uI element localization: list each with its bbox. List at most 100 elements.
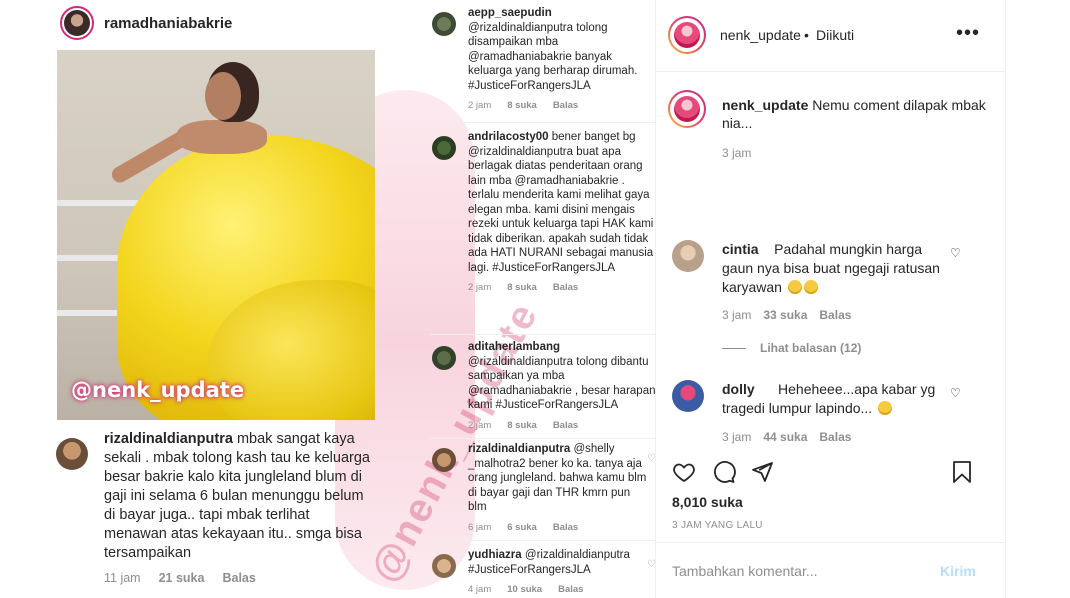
bookmark-icon[interactable] bbox=[948, 458, 976, 486]
comment-like-heart-icon[interactable]: ♡ bbox=[950, 246, 961, 260]
avatar bbox=[432, 554, 456, 578]
comment-username: yudhiazra bbox=[468, 549, 522, 561]
comment-time[interactable]: 3 jam bbox=[722, 430, 751, 444]
divider bbox=[430, 438, 655, 439]
comment-input[interactable] bbox=[672, 559, 922, 583]
comment-reply-button[interactable]: Balas bbox=[819, 430, 851, 444]
comment-username[interactable]: cintia bbox=[722, 241, 759, 257]
comment-time: 6 jam bbox=[468, 521, 492, 533]
replies-line bbox=[722, 347, 746, 349]
comment-reply-button[interactable]: Balas bbox=[819, 308, 851, 322]
post-image[interactable]: @nenk_update ramadhaniabakrie @nenk_upda… bbox=[0, 0, 656, 598]
heart-icon: ♡ bbox=[647, 453, 656, 464]
avatar[interactable] bbox=[672, 380, 704, 412]
smile-emoji-icon bbox=[878, 401, 893, 415]
caption-time[interactable]: 3 jam bbox=[722, 146, 751, 160]
comment-meta: 3 jam 44 suka Balas bbox=[722, 430, 851, 444]
header-username[interactable]: nenk_update bbox=[720, 27, 801, 43]
left-screenshot-card: ramadhaniabakrie @nenk_update rizaldinal… bbox=[0, 0, 380, 598]
avatar bbox=[432, 136, 456, 160]
comment-likes: 6 suka bbox=[507, 521, 537, 533]
comment-username: rizaldinaldianputra bbox=[104, 431, 233, 447]
list-item: yudhiazra @rizaldinaldianputra #JusticeF… bbox=[430, 548, 656, 598]
comment-likes: 8 suka bbox=[507, 282, 537, 293]
follow-status-button[interactable]: Diikuti bbox=[816, 27, 854, 43]
comment-meta: 6 jam 6 suka Balas bbox=[468, 521, 655, 536]
comment-text: mbak sangat kaya sekali . mbak tolong ka… bbox=[104, 431, 370, 561]
view-replies-label: Lihat balasan (12) bbox=[760, 341, 862, 355]
caption-username[interactable]: nenk_update bbox=[722, 97, 808, 113]
divider bbox=[430, 334, 655, 335]
comment-body: cintia Padahal mungkin harga gaun nya bi… bbox=[722, 240, 952, 297]
instagram-post-view: @nenk_update ramadhaniabakrie @nenk_upda… bbox=[0, 0, 1070, 598]
avatar bbox=[56, 438, 88, 470]
comment-meta: 2 jam 8 suka Balas bbox=[468, 99, 655, 114]
like-count[interactable]: 8,010 suka bbox=[672, 494, 743, 510]
divider bbox=[430, 540, 655, 541]
comment-reply: Balas bbox=[552, 100, 579, 111]
comment-item: cintia Padahal mungkin harga gaun nya bi… bbox=[668, 240, 998, 330]
shoulders-shape bbox=[177, 120, 267, 154]
divider bbox=[1005, 0, 1006, 598]
heart-icon: ♡ bbox=[647, 559, 656, 570]
comment-likes: 8 suka bbox=[507, 100, 537, 111]
caption-text: nenk_update Nemu coment dilapak mbak nia… bbox=[722, 96, 992, 132]
avatar[interactable] bbox=[668, 90, 706, 128]
comment-time: 2 jam bbox=[468, 282, 492, 293]
comment-reply: Balas bbox=[222, 571, 256, 585]
post-timestamp[interactable]: 3 JAM YANG LALU bbox=[672, 520, 763, 531]
comment-time[interactable]: 3 jam bbox=[722, 308, 751, 322]
comment-icon[interactable] bbox=[710, 458, 738, 486]
comment-username: aditaherlambang bbox=[468, 341, 561, 353]
share-icon[interactable] bbox=[748, 458, 776, 486]
comment-time: 11 jam bbox=[104, 571, 141, 585]
comment-reply: Balas bbox=[552, 521, 579, 533]
comment-composer: Kirim bbox=[656, 542, 1005, 598]
avatar[interactable] bbox=[668, 16, 706, 54]
avatar[interactable] bbox=[672, 240, 704, 272]
photo-tag: @nenk_update bbox=[71, 378, 245, 402]
comment-likes: 8 suka bbox=[507, 419, 537, 431]
comment-time: 2 jam bbox=[468, 100, 492, 111]
heart-icon[interactable] bbox=[670, 458, 698, 486]
comment-username: andrilacosty00 bbox=[468, 131, 549, 143]
card-username: ramadhaniabakrie bbox=[104, 14, 233, 32]
comment-item: dolly Heheheee...apa kabar yg tragedi lu… bbox=[668, 380, 998, 450]
comment-reply: Balas bbox=[558, 584, 584, 595]
send-comment-button[interactable]: Kirim bbox=[940, 563, 976, 579]
comment-text: @rizaldinaldianputra tolong dibantu samp… bbox=[468, 355, 656, 412]
comment-text: bener banget bg @rizaldinaldianputra bua… bbox=[468, 131, 654, 274]
comment-meta: 3 jam 33 suka Balas bbox=[722, 308, 851, 322]
comment-text: @rizaldinaldianputra tolong disampaikan … bbox=[468, 21, 638, 92]
comment-meta: 2 jam 8 suka Balas bbox=[468, 419, 655, 434]
comment-reply: Balas bbox=[552, 419, 579, 431]
comment-username[interactable]: dolly bbox=[722, 381, 755, 397]
comment-meta: 2 jam 8 suka Balas bbox=[468, 281, 655, 296]
right-screenshot-card: aepp_saepudin @rizaldinaldianputra tolong… bbox=[430, 0, 656, 598]
more-options-icon[interactable]: ••• bbox=[956, 22, 980, 45]
comment-likes[interactable]: 44 suka bbox=[763, 430, 807, 444]
avatar bbox=[60, 6, 94, 40]
comment-body: dolly Heheheee...apa kabar yg tragedi lu… bbox=[722, 380, 952, 418]
comment-username: aepp_saepudin bbox=[468, 7, 552, 19]
card-header: ramadhaniabakrie bbox=[60, 6, 232, 40]
comment-meta: 11 jam 21 suka Balas bbox=[104, 571, 376, 585]
comment-likes: 10 suka bbox=[507, 584, 543, 595]
action-bar bbox=[668, 458, 971, 486]
divider bbox=[430, 122, 655, 123]
list-item: andrilacosty00 bener banget bg @rizaldin… bbox=[430, 130, 655, 296]
comment-likes[interactable]: 33 suka bbox=[763, 308, 807, 322]
comment-time: 4 jam bbox=[468, 584, 492, 595]
comment-like-heart-icon[interactable]: ♡ bbox=[950, 386, 961, 400]
separator-dot: • bbox=[804, 27, 809, 43]
sad-emoji-icon bbox=[803, 280, 818, 294]
comment-reply: Balas bbox=[552, 282, 579, 293]
avatar bbox=[432, 448, 456, 472]
view-replies-button[interactable]: Lihat balasan (12) bbox=[722, 341, 861, 355]
yellow-dress-photo: @nenk_update bbox=[57, 50, 375, 420]
comment-time: 2 jam bbox=[468, 419, 492, 431]
sad-emoji-icon bbox=[787, 280, 802, 294]
head-shape bbox=[205, 72, 241, 120]
post-sidebar: nenk_update • Diikuti ••• nenk_update Ne… bbox=[656, 0, 1070, 598]
avatar bbox=[432, 12, 456, 36]
